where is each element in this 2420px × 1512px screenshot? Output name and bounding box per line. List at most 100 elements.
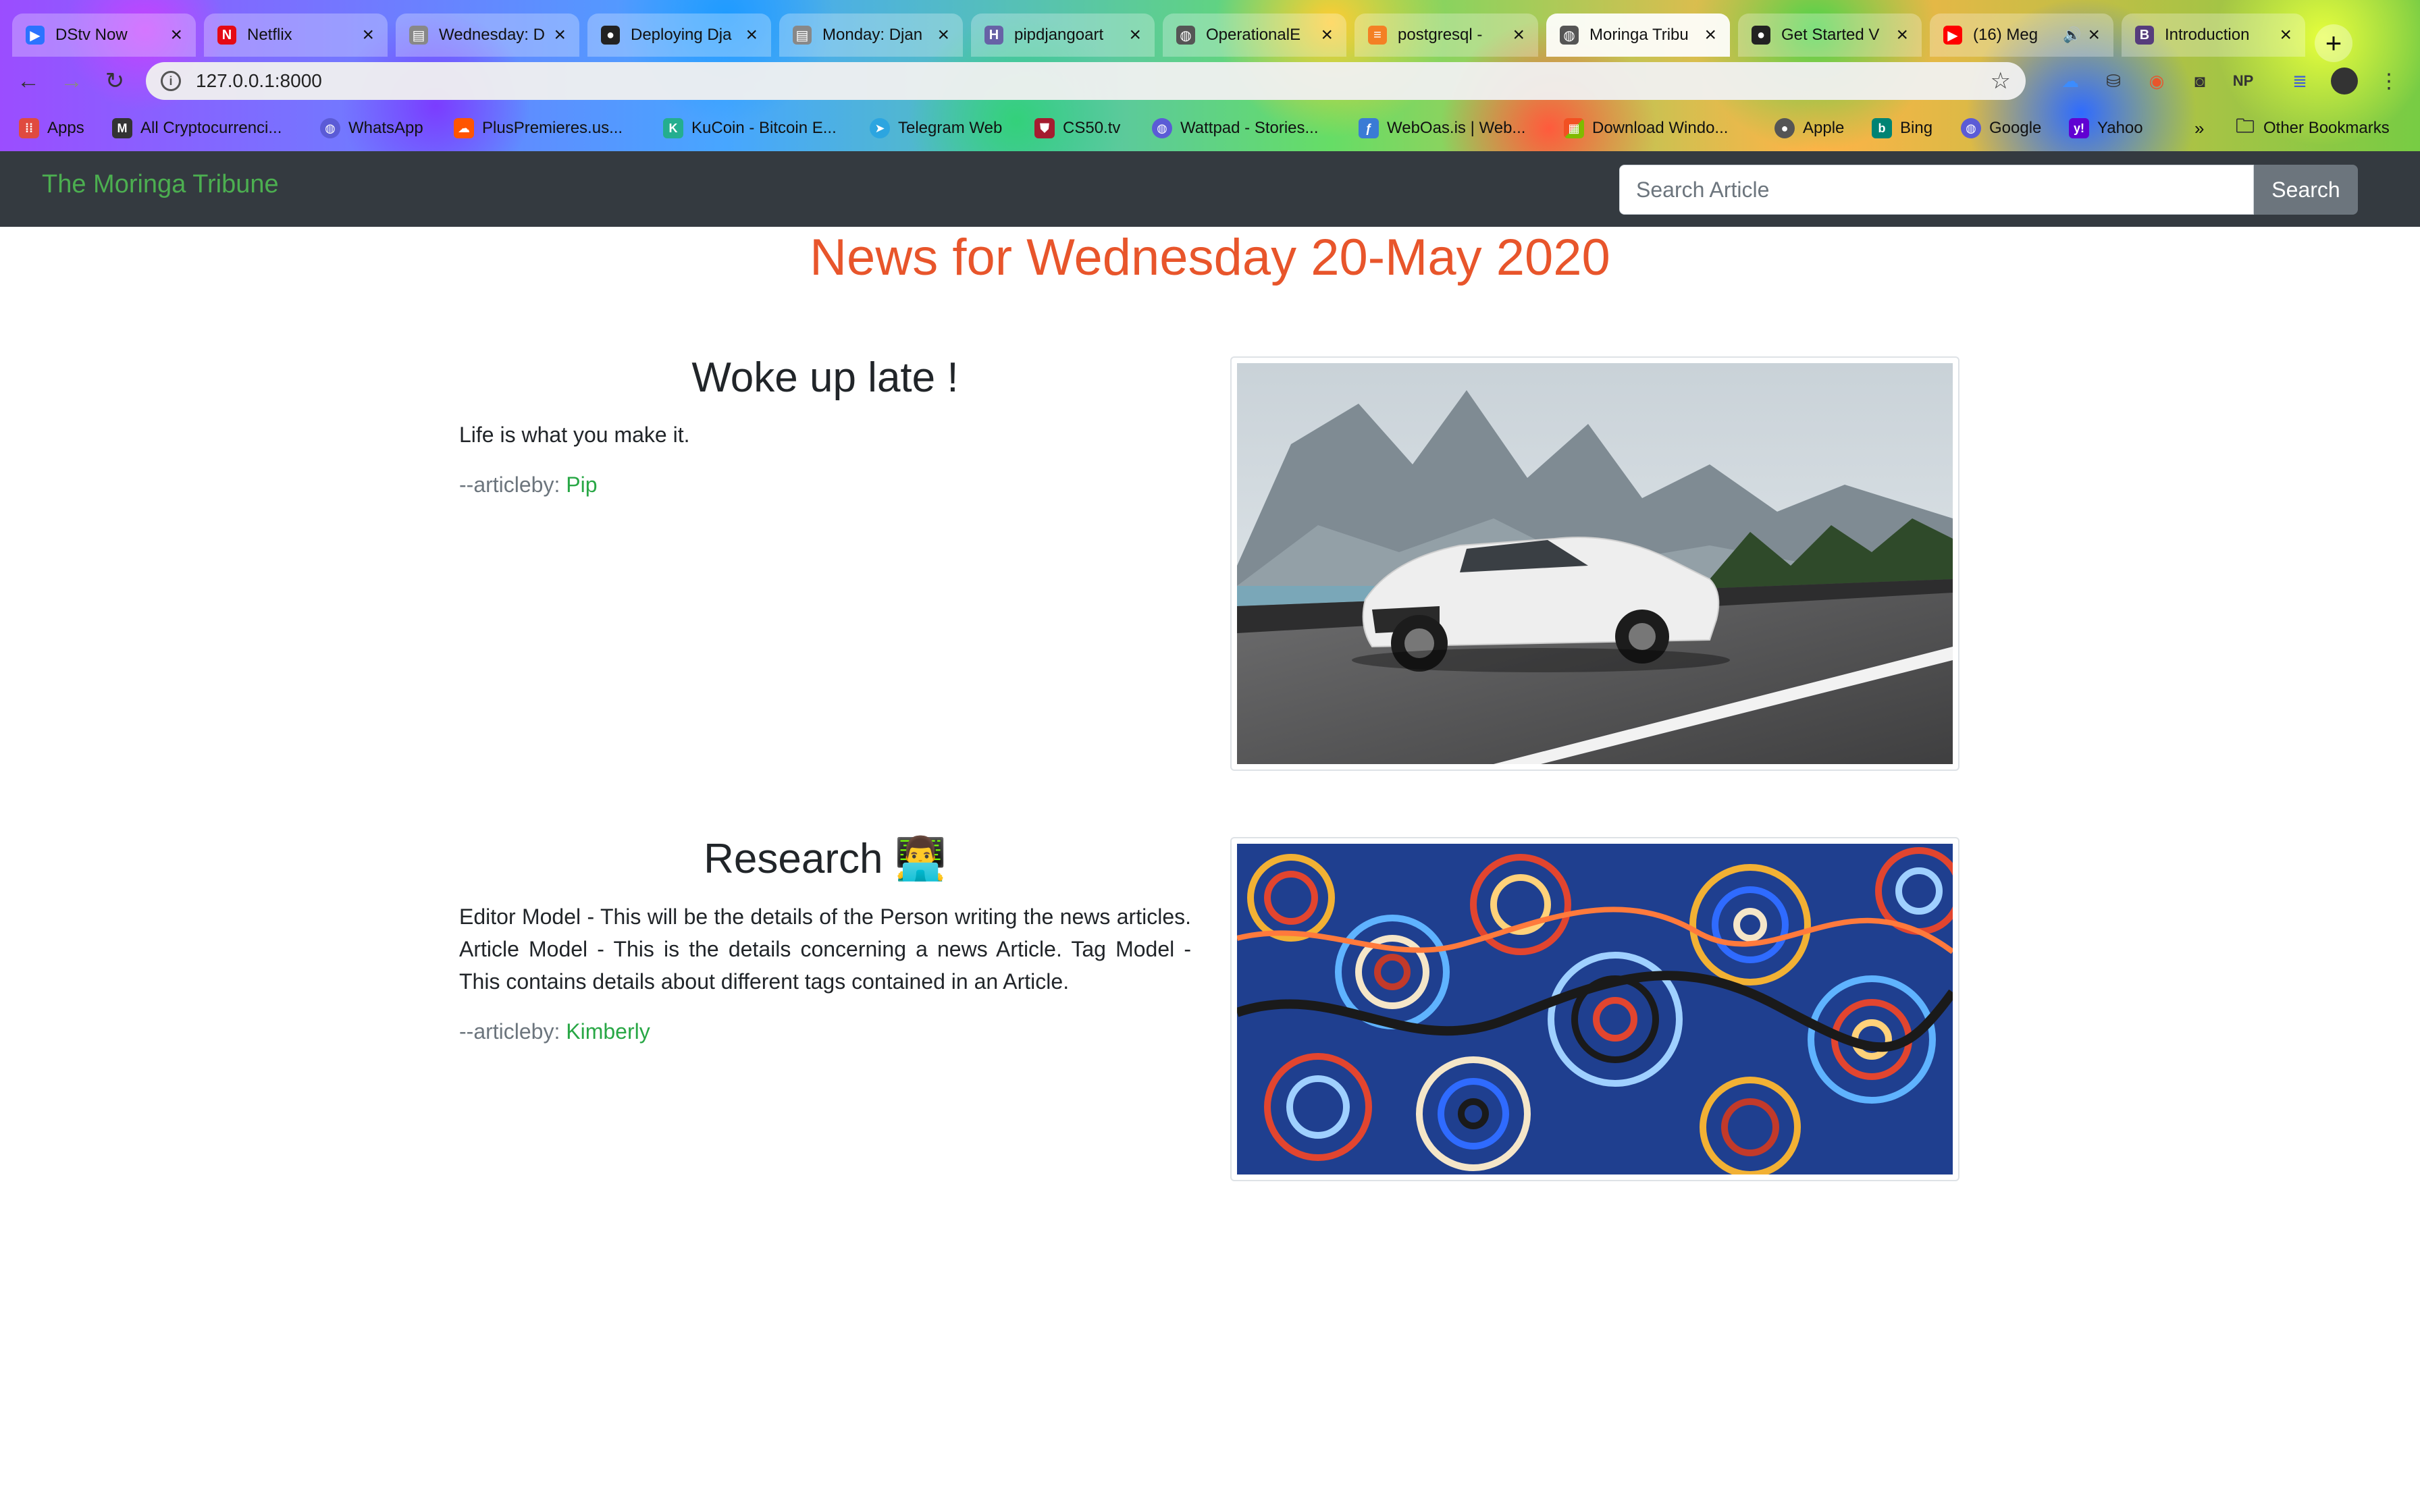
windows-icon: ▦	[1564, 118, 1584, 138]
site-navbar: The Moringa Tribune Search	[0, 151, 2420, 227]
search-button[interactable]: Search	[2254, 165, 2358, 215]
bookmark-star-icon[interactable]: ☆	[1991, 68, 2011, 94]
stackoverflow-icon: ≡	[1368, 26, 1387, 45]
cloud-extension-icon[interactable]: ☁	[2058, 69, 2082, 93]
search-input[interactable]	[1619, 165, 2254, 215]
page-title: News for Wednesday 20-May 2020	[810, 229, 1610, 286]
bootstrap-icon: B	[2135, 26, 2154, 45]
bookmark-label: WhatsApp	[348, 119, 423, 137]
other-bookmarks[interactable]: 🗀 Other Bookmarks	[2235, 115, 2390, 142]
kucoin-icon: K	[663, 118, 683, 138]
tab-title: Monday: Djan	[822, 26, 923, 44]
github-icon: ●	[601, 26, 620, 45]
heroku-icon: H	[984, 26, 1003, 45]
bookmark-label: Google	[1989, 119, 2042, 137]
weboasis-icon: ƒ	[1359, 118, 1379, 138]
tab-postgresql[interactable]: ≡ postgresql - ×	[1354, 14, 1538, 57]
bookmark-cs50[interactable]: ⛊ CS50.tv	[1034, 115, 1120, 142]
bookmark-apps[interactable]: ⁞⁞ Apps	[19, 115, 84, 142]
bookmark-kucoin[interactable]: K KuCoin - Bitcoin E...	[663, 115, 837, 142]
bookmark-google[interactable]: ◍ Google	[1961, 115, 2041, 142]
camera-extension-icon[interactable]: ◙	[2188, 69, 2212, 93]
doc-icon: ▤	[793, 26, 812, 45]
author-link[interactable]: Kimberly	[566, 1019, 650, 1044]
harvard-shield-icon: ⛊	[1034, 118, 1055, 138]
address-bar[interactable]: i 127.0.0.1:8000 ☆	[146, 62, 2026, 100]
tab-title: Get Started V	[1781, 26, 1880, 44]
close-icon[interactable]: ×	[362, 24, 374, 47]
database-extension-icon[interactable]: ⛁	[2101, 69, 2126, 93]
bookmark-label: KuCoin - Bitcoin E...	[691, 119, 837, 137]
close-icon[interactable]: ×	[1512, 24, 1525, 47]
byline-prefix: --articleby:	[459, 1019, 567, 1044]
article-body: Life is what you make it.	[459, 423, 690, 447]
bookmark-download-windows[interactable]: ▦ Download Windo...	[1564, 115, 1728, 142]
np-extension-icon[interactable]: NP	[2231, 69, 2255, 93]
media-control-icon[interactable]: ≣	[2288, 69, 2312, 93]
bookmark-whatsapp[interactable]: ◍ WhatsApp	[320, 115, 423, 142]
grammar-extension-icon[interactable]: ◉	[2145, 69, 2169, 93]
article-byline: --articleby: Kimberly	[459, 1019, 650, 1044]
author-link[interactable]: Pip	[566, 473, 597, 497]
article-body: Editor Model - This will be the details …	[459, 905, 1191, 994]
bookmark-apple[interactable]: ● Apple	[1774, 115, 1844, 142]
coinmarketcap-icon: M	[112, 118, 132, 138]
bookmark-label: WebOas.is | Web...	[1387, 119, 1526, 137]
browser-toolbar: ← → ↻ i 127.0.0.1:8000 ☆ ☁ ⛁ ◉ ◙ NP ≣ ⋮	[0, 57, 2420, 105]
reload-icon[interactable]: ↻	[99, 65, 131, 97]
tab-deploying-django[interactable]: ● Deploying Dja ×	[587, 14, 771, 57]
close-icon[interactable]: ×	[1129, 24, 1141, 47]
tab-dstv[interactable]: ▶ DStv Now ×	[12, 14, 196, 57]
other-bookmarks-label: Other Bookmarks	[2263, 119, 2390, 137]
soundcloud-icon: ☁	[454, 118, 474, 138]
close-icon[interactable]: ×	[2088, 24, 2100, 47]
article-image-sports-car[interactable]	[1230, 356, 1959, 771]
telegram-icon: ➤	[870, 118, 890, 138]
close-icon[interactable]: ×	[745, 24, 758, 47]
tab-get-started[interactable]: ● Get Started V ×	[1738, 14, 1922, 57]
tab-introduction[interactable]: B Introduction ×	[2122, 14, 2305, 57]
tab-wednesday[interactable]: ▤ Wednesday: D ×	[396, 14, 579, 57]
close-icon[interactable]: ×	[937, 24, 949, 47]
site-info-icon[interactable]: i	[161, 71, 181, 91]
kebab-menu-icon[interactable]: ⋮	[2377, 69, 2401, 93]
bookmarks-bar: ⁞⁞ Apps M All Cryptocurrenci... ◍ WhatsA…	[0, 105, 2420, 151]
sports-car-photo	[1237, 363, 1953, 764]
apps-grid-icon: ⁞⁞	[19, 118, 39, 138]
close-icon[interactable]: ×	[1704, 24, 1716, 47]
close-icon[interactable]: ×	[1321, 24, 1333, 47]
tab-title: Introduction	[2165, 26, 2250, 44]
doc-icon: ▤	[409, 26, 428, 45]
bookmark-label: All Cryptocurrenci...	[140, 119, 282, 137]
forward-arrow-icon[interactable]: →	[55, 65, 88, 97]
close-icon[interactable]: ×	[2280, 24, 2292, 47]
close-icon[interactable]: ×	[554, 24, 566, 47]
yahoo-icon: y!	[2069, 118, 2089, 138]
bing-icon: b	[1872, 118, 1892, 138]
bookmark-wattpad[interactable]: ◍ Wattpad - Stories...	[1152, 115, 1319, 142]
tab-operational[interactable]: ◍ OperationalE ×	[1163, 14, 1346, 57]
bookmark-telegram-web[interactable]: ➤ Telegram Web	[870, 115, 1002, 142]
site-brand-link[interactable]: The Moringa Tribune	[42, 170, 279, 199]
tab-pipdjangoart[interactable]: H pipdjangoart ×	[971, 14, 1155, 57]
github-icon: ●	[1752, 26, 1770, 45]
tab-netflix[interactable]: N Netflix ×	[204, 14, 388, 57]
back-arrow-icon[interactable]: ←	[12, 65, 45, 97]
tab-youtube[interactable]: ▶ (16) Meg 🔊 ×	[1930, 14, 2113, 57]
article-image-abstract-art[interactable]	[1230, 837, 1959, 1181]
bookmark-bing[interactable]: b Bing	[1872, 115, 1932, 142]
bookmark-weboasis[interactable]: ƒ WebOas.is | Web...	[1359, 115, 1525, 142]
bookmark-yahoo[interactable]: y! Yahoo	[2069, 115, 2143, 142]
url-text: 127.0.0.1:8000	[196, 70, 322, 91]
more-bookmarks-chevron-icon[interactable]: »	[2194, 115, 2204, 142]
bookmark-pluspremieres[interactable]: ☁ PlusPremieres.us...	[454, 115, 623, 142]
speaker-icon[interactable]: 🔊	[2063, 26, 2081, 44]
profile-avatar[interactable]	[2331, 68, 2358, 94]
globe-icon: ◍	[1961, 118, 1981, 138]
tab-monday-django[interactable]: ▤ Monday: Djan ×	[779, 14, 963, 57]
close-icon[interactable]: ×	[170, 24, 182, 47]
close-icon[interactable]: ×	[1896, 24, 1908, 47]
tab-moringa-tribune[interactable]: ◍ Moringa Tribu ×	[1546, 14, 1730, 57]
folder-icon: 🗀	[2235, 115, 2255, 136]
bookmark-all-cryptocurrencies[interactable]: M All Cryptocurrenci...	[112, 115, 282, 142]
